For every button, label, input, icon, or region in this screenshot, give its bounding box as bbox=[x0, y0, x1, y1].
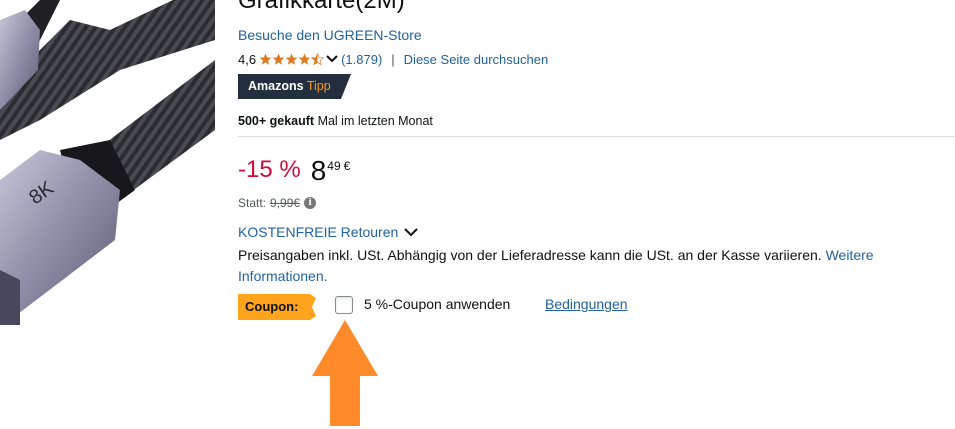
chevron-down-icon bbox=[326, 55, 338, 63]
arrow-up-icon bbox=[312, 320, 378, 426]
star-icon bbox=[285, 53, 298, 65]
coupon-badge-label: Coupon: bbox=[245, 299, 299, 314]
search-page-link[interactable]: Diese Seite durchsuchen bbox=[404, 52, 549, 67]
rating-value: 4,6 bbox=[238, 51, 257, 67]
chevron-down-icon bbox=[404, 228, 418, 237]
coupon-badge: Coupon: bbox=[238, 294, 316, 320]
rating-count-link[interactable]: (1.879) bbox=[341, 52, 382, 67]
price-fraction: 49 bbox=[327, 159, 341, 173]
rating-row: 4,6 (1.879) | Diese Seite durchsuchen bbox=[238, 50, 548, 68]
store-link[interactable]: Besuche den UGREEN-Store bbox=[238, 27, 422, 43]
list-price-row: Statt: 9,99€ i bbox=[238, 195, 317, 211]
bought-count: 500+ gekauft bbox=[238, 114, 315, 128]
discount-percent: -15 % bbox=[238, 156, 301, 183]
price-whole: 8 bbox=[310, 155, 327, 186]
separator: | bbox=[391, 51, 395, 67]
info-icon[interactable]: i bbox=[304, 197, 317, 209]
coupon-terms-link[interactable]: Bedingungen bbox=[545, 296, 628, 312]
vat-notice: Preisangaben inkl. USt. Abhängig von der… bbox=[238, 245, 950, 287]
divider bbox=[238, 136, 955, 137]
old-price: 9,99€ bbox=[270, 196, 301, 210]
star-icon bbox=[259, 53, 272, 65]
star-icon bbox=[298, 53, 311, 65]
badge-tipp-text: Tipp bbox=[306, 79, 331, 93]
vat-notice-text: Preisangaben inkl. USt. Abhängig von der… bbox=[238, 247, 826, 263]
star-rating[interactable] bbox=[259, 52, 341, 66]
product-image[interactable]: 8K bbox=[0, 0, 215, 325]
product-title: Grafikkarte(2M) bbox=[238, 0, 405, 14]
statt-label: Statt: bbox=[238, 196, 267, 210]
star-icon bbox=[272, 53, 285, 65]
price-block: -15 % 8 49 € bbox=[238, 152, 350, 188]
free-returns[interactable]: KOSTENFREIE Retouren bbox=[238, 223, 418, 241]
star-half-icon bbox=[311, 52, 325, 65]
amazons-choice-badge[interactable]: Amazons Tipp bbox=[238, 74, 351, 99]
free-returns-label: KOSTENFREIE Retouren bbox=[238, 224, 399, 240]
bought-recently: 500+ gekauft Mal im letzten Monat bbox=[238, 114, 433, 128]
badge-amazons-text: Amazons bbox=[248, 79, 304, 93]
coupon-checkbox[interactable] bbox=[335, 296, 353, 314]
coupon-apply-label[interactable]: 5 %-Coupon anwenden bbox=[364, 296, 510, 312]
bought-period: Mal im letzten Monat bbox=[314, 114, 433, 128]
price-currency: € bbox=[343, 159, 351, 173]
